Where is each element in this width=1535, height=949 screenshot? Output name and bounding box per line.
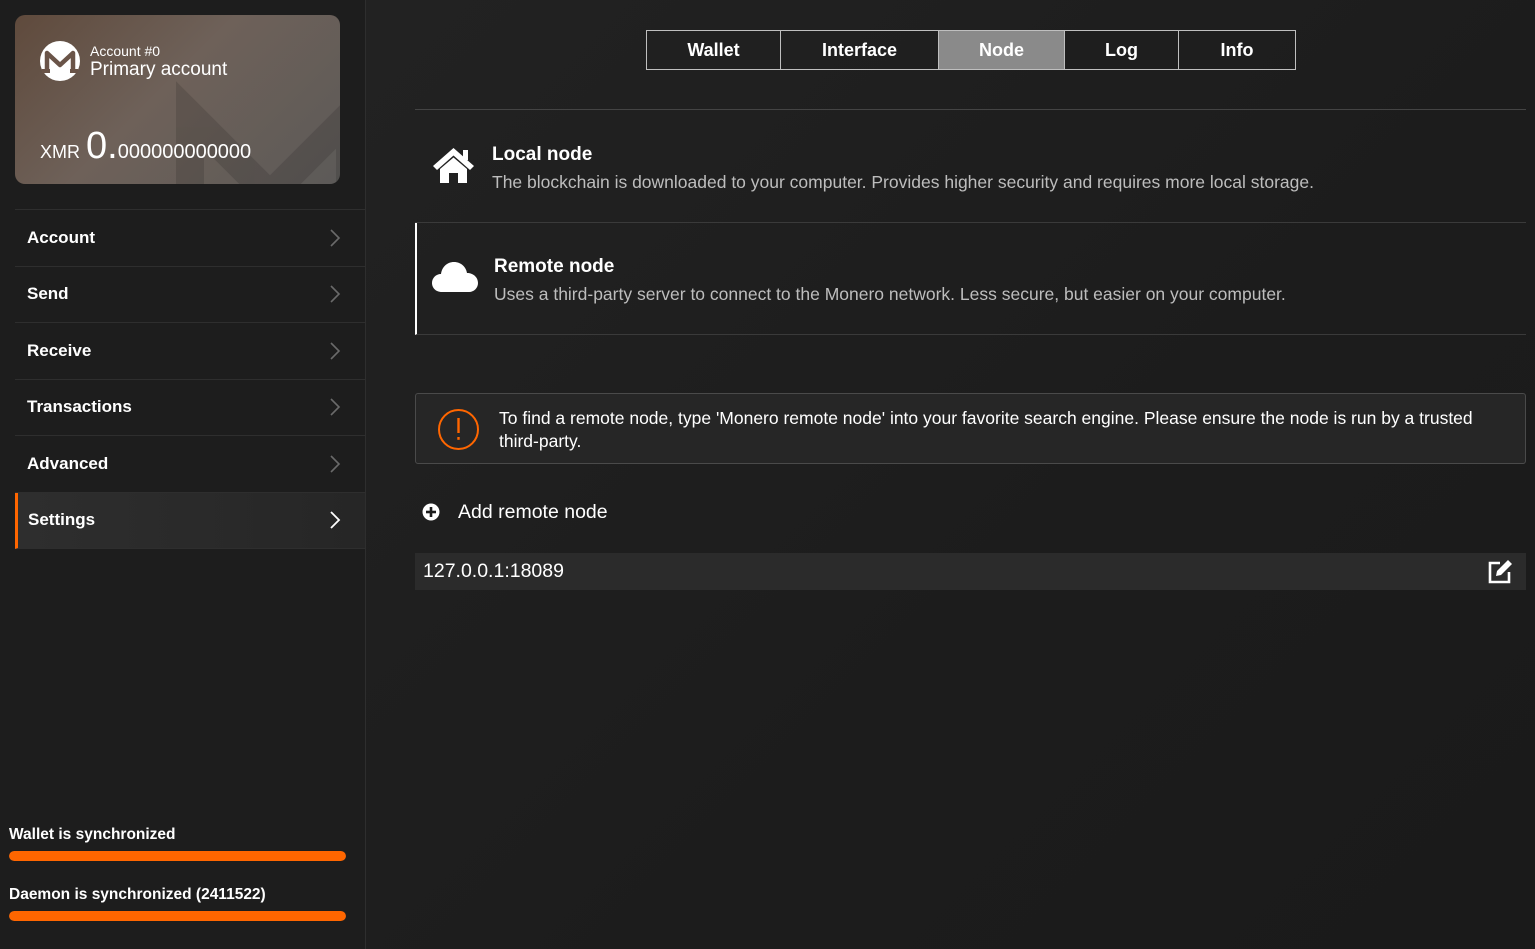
sidebar-item-label: Receive [27, 340, 92, 360]
add-remote-node-button[interactable]: Add remote node [415, 496, 608, 528]
cloud-icon [432, 262, 478, 292]
tab-info[interactable]: Info [1179, 31, 1295, 69]
chevron-right-icon [330, 285, 341, 303]
sidebar-item-label: Send [27, 284, 69, 304]
sidebar-item-label: Advanced [27, 453, 109, 473]
sidebar-nav: Account Send Receive Transactions Advanc… [15, 209, 365, 549]
local-node-option[interactable]: Local node The blockchain is downloaded … [415, 110, 1526, 223]
settings-main: Wallet Interface Node Log Info Local nod… [366, 0, 1535, 949]
remote-node-title: Remote node [494, 256, 615, 277]
balance-decimal: 000000000000 [117, 141, 252, 163]
wallet-sync-progress-fill [9, 851, 346, 861]
sidebar-item-send[interactable]: Send [15, 267, 365, 323]
remote-node-description: Uses a third-party server to connect to … [494, 284, 1286, 304]
remote-node-warning: To find a remote node, type 'Monero remo… [415, 393, 1526, 464]
remote-node-address: 127.0.0.1:18089 [423, 560, 564, 582]
warning-text: To find a remote node, type 'Monero remo… [499, 408, 1473, 451]
sidebar-item-label: Settings [28, 510, 96, 530]
sidebar-item-label: Account [27, 227, 95, 247]
balance: XMR 0. 000000000000 [40, 127, 251, 165]
add-remote-node-label: Add remote node [458, 500, 608, 523]
balance-currency: XMR [40, 142, 80, 162]
sidebar-item-transactions[interactable]: Transactions [15, 380, 365, 436]
daemon-sync-progress-bar [9, 911, 346, 921]
monero-logo-icon [40, 41, 80, 81]
sidebar: Account #0 Primary account XMR 0. 000000… [0, 0, 366, 949]
remote-node-address-row: 127.0.0.1:18089 [415, 553, 1526, 590]
account-name: Primary account [90, 59, 228, 80]
chevron-right-icon [330, 398, 341, 416]
wallet-sync-status: Wallet is synchronized [9, 826, 347, 861]
local-node-title: Local node [492, 144, 593, 165]
account-card[interactable]: Account #0 Primary account XMR 0. 000000… [15, 15, 340, 184]
tab-wallet[interactable]: Wallet [647, 31, 781, 69]
daemon-sync-progress-fill [9, 911, 346, 921]
house-icon [433, 148, 474, 183]
edit-icon[interactable] [1487, 559, 1514, 584]
tab-log[interactable]: Log [1065, 31, 1179, 69]
sidebar-item-settings[interactable]: Settings [15, 492, 365, 549]
tab-node[interactable]: Node [939, 31, 1065, 69]
daemon-sync-status: Daemon is synchronized (2411522) [9, 886, 347, 921]
chevron-right-icon [330, 511, 341, 529]
balance-integer: 0. [86, 125, 118, 167]
sidebar-item-receive[interactable]: Receive [15, 323, 365, 380]
chevron-right-icon [330, 455, 341, 473]
chevron-right-icon [330, 229, 341, 247]
plus-circle-icon [422, 503, 440, 521]
wallet-sync-progress-bar [9, 851, 346, 861]
sidebar-item-account[interactable]: Account [15, 210, 365, 267]
remote-node-option[interactable]: Remote node Uses a third-party server to… [415, 223, 1526, 335]
settings-tabs: Wallet Interface Node Log Info [646, 30, 1296, 70]
tab-interface[interactable]: Interface [781, 31, 939, 69]
sidebar-item-label: Transactions [27, 397, 132, 417]
chevron-right-icon [330, 342, 341, 360]
account-number: Account #0 [90, 43, 161, 59]
wallet-sync-label: Wallet is synchronized [9, 826, 176, 843]
local-node-description: The blockchain is downloaded to your com… [492, 172, 1314, 192]
warning-icon [438, 409, 479, 450]
sidebar-item-advanced[interactable]: Advanced [15, 436, 365, 493]
daemon-sync-label: Daemon is synchronized (2411522) [9, 886, 266, 903]
